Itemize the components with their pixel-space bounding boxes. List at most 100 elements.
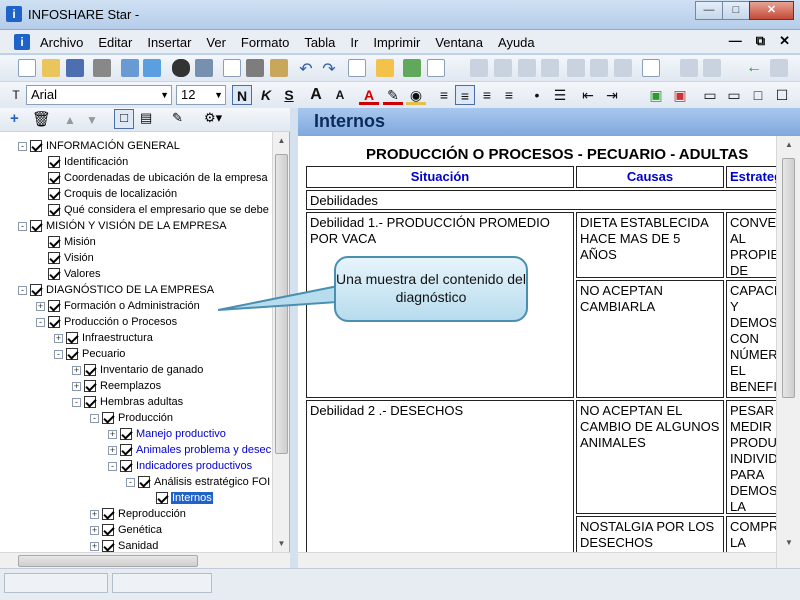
- tree-checkbox[interactable]: [30, 284, 42, 296]
- tree-checkbox[interactable]: [84, 380, 96, 392]
- tree-checkbox[interactable]: [102, 508, 114, 520]
- tree-horizontal-scrollbar[interactable]: [0, 552, 290, 568]
- fill-color-icon[interactable]: ◉: [406, 85, 426, 105]
- tree-checkbox[interactable]: [30, 140, 42, 152]
- menu-imprimir[interactable]: Imprimir: [373, 35, 420, 50]
- tree-item[interactable]: - Producción: [90, 410, 174, 426]
- strike-button[interactable]: S: [279, 85, 299, 105]
- trash-icon[interactable]: 🗑: [32, 110, 51, 128]
- tree-checkbox[interactable]: [138, 476, 150, 488]
- causa-1b-cell[interactable]: NO ACEPTAN CAMBIARLA: [576, 280, 724, 398]
- minimize-button[interactable]: —: [695, 1, 723, 20]
- tree-item[interactable]: Coordenadas de ubicación de la empresa: [36, 170, 269, 186]
- back-arrow-icon[interactable]: ←: [745, 59, 763, 77]
- tree-checkbox[interactable]: [48, 156, 60, 168]
- tree-item[interactable]: Misión: [36, 234, 97, 250]
- collapse-icon[interactable]: -: [126, 477, 135, 487]
- collapse-icon[interactable]: -: [90, 413, 99, 423]
- tree-item[interactable]: - Análisis estratégico FOI: [126, 474, 271, 490]
- checkbox-field-icon[interactable]: ☐: [772, 85, 792, 105]
- copy-icon[interactable]: [223, 59, 241, 77]
- print-icon[interactable]: [93, 59, 111, 77]
- justify-icon[interactable]: ≡: [499, 85, 519, 105]
- grid-options-icon[interactable]: [703, 59, 721, 77]
- tree-vertical-scrollbar[interactable]: ▲ ▼: [272, 132, 289, 552]
- tree-checkbox[interactable]: [120, 460, 132, 472]
- calculator-icon[interactable]: [348, 59, 366, 77]
- hand-icon[interactable]: [376, 59, 394, 77]
- delete-col-icon[interactable]: [590, 59, 608, 77]
- replace-icon[interactable]: [195, 59, 213, 77]
- paste-icon[interactable]: [270, 59, 288, 77]
- scroll-thumb[interactable]: [18, 555, 198, 567]
- tree-checkbox[interactable]: [48, 188, 60, 200]
- menu-ver[interactable]: Ver: [206, 35, 226, 50]
- doc-close-button[interactable]: ✕: [779, 33, 790, 49]
- font-size-select[interactable]: 12 ▼: [176, 85, 226, 105]
- collapse-icon[interactable]: -: [54, 349, 63, 359]
- tree-checkbox[interactable]: [30, 220, 42, 232]
- align-left-icon[interactable]: ≡: [434, 85, 454, 105]
- expand-icon[interactable]: +: [90, 541, 99, 551]
- collapse-icon[interactable]: -: [18, 221, 27, 231]
- tree-checkbox[interactable]: [48, 268, 60, 280]
- document-icon[interactable]: i: [14, 34, 30, 50]
- refresh-icon[interactable]: [143, 59, 161, 77]
- outdent-icon[interactable]: ⇤: [578, 85, 598, 105]
- tree-checkbox[interactable]: [48, 236, 60, 248]
- highlight-icon[interactable]: ✎: [383, 85, 403, 105]
- tree-item[interactable]: - Indicadores productivos: [108, 458, 253, 474]
- estrategia-1a-cell[interactable]: CONVENCER AL PROPIETARIO DE ADOPTAR UNA …: [726, 212, 776, 278]
- find-icon[interactable]: [172, 59, 190, 77]
- tree-checkbox[interactable]: [102, 412, 114, 424]
- shrink-font-icon[interactable]: A: [330, 85, 350, 105]
- tree-item[interactable]: - Pecuario: [54, 346, 126, 362]
- tree-item[interactable]: - MISIÓN Y VISIÓN DE LA EMPRESA: [18, 218, 228, 234]
- bold-button[interactable]: N: [232, 85, 252, 105]
- tree-item[interactable]: + Inventario de ganado: [72, 362, 204, 378]
- tree-item[interactable]: + Infraestructura: [54, 330, 154, 346]
- delete-row-icon[interactable]: [567, 59, 585, 77]
- page-alt-icon[interactable]: ▤: [140, 110, 152, 126]
- tree-item[interactable]: Identificación: [36, 154, 129, 170]
- scroll-thumb[interactable]: [782, 158, 795, 398]
- font-select[interactable]: Arial ▼: [26, 85, 172, 105]
- expand-icon[interactable]: +: [54, 333, 63, 343]
- expand-icon[interactable]: +: [108, 445, 117, 455]
- menu-ayuda[interactable]: Ayuda: [498, 35, 535, 50]
- estrategia-1b-cell[interactable]: CAPACITAR Y DEMOSTRAR CON NÚMEROS EL BEN…: [726, 280, 776, 398]
- causa-1a-cell[interactable]: DIETA ESTABLECIDA HACE MAS DE 5 AÑOS: [576, 212, 724, 278]
- tree-item[interactable]: + Manejo productivo: [108, 426, 227, 442]
- menu-formato[interactable]: Formato: [241, 35, 289, 50]
- merge-icon[interactable]: [470, 59, 488, 77]
- collapse-icon[interactable]: -: [36, 317, 45, 327]
- expand-icon[interactable]: +: [90, 509, 99, 519]
- expand-icon[interactable]: +: [72, 381, 81, 391]
- maximize-button[interactable]: □: [722, 1, 750, 20]
- collapse-icon[interactable]: -: [108, 461, 117, 471]
- expand-icon[interactable]: +: [36, 301, 45, 311]
- tree-item[interactable]: + Formación o Administración: [36, 298, 201, 314]
- frame-icon[interactable]: ▭: [724, 85, 744, 105]
- debilidad-2-cell[interactable]: Debilidad 2 .- DESECHOS: [306, 400, 574, 552]
- tree-item[interactable]: + Reproducción: [90, 506, 187, 522]
- menu-ir[interactable]: Ir: [350, 35, 358, 50]
- indent-icon[interactable]: ⇥: [602, 85, 622, 105]
- panel-splitter[interactable]: [290, 108, 298, 568]
- scroll-up-icon[interactable]: ▲: [273, 132, 290, 149]
- collapse-icon[interactable]: -: [18, 141, 27, 151]
- tree-item[interactable]: Qué considera el empresario que se debe …: [36, 202, 272, 218]
- cell-props-icon[interactable]: [614, 59, 632, 77]
- tree-checkbox[interactable]: [156, 492, 168, 504]
- redo-icon[interactable]: ↷: [320, 59, 338, 78]
- menu-tabla[interactable]: Tabla: [304, 35, 335, 50]
- estrategia-2b-cell[interactable]: COMPRENDER LA CUESTIÓN SENTIMENTAL: [726, 516, 776, 552]
- undo-icon[interactable]: ↶: [297, 59, 315, 78]
- close-button[interactable]: ✕: [749, 1, 794, 20]
- tree-item[interactable]: - INFORMACIÓN GENERAL: [18, 138, 181, 154]
- edit-icon[interactable]: ✎: [172, 110, 183, 126]
- insert-field-icon[interactable]: ▣: [646, 85, 666, 105]
- image-icon[interactable]: [403, 59, 421, 77]
- tree-item[interactable]: Croquis de localización: [36, 186, 178, 202]
- tree-item[interactable]: + Animales problema y desec: [108, 442, 272, 458]
